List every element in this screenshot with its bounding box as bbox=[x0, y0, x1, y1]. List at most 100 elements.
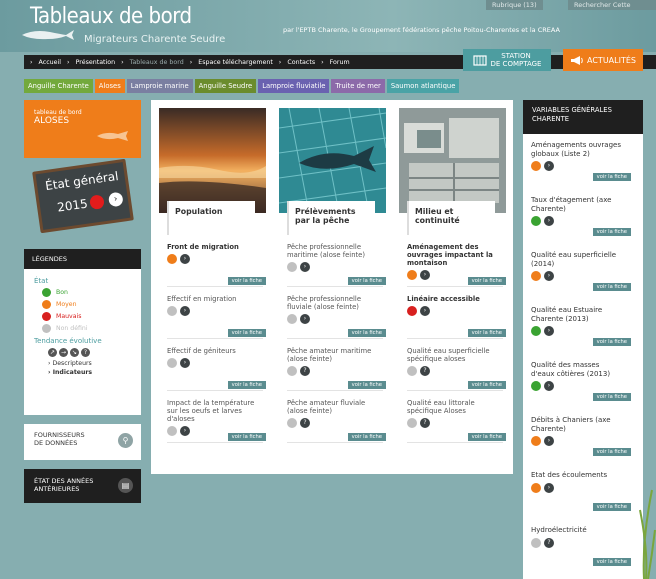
annees-label-1: ÉTAT DES ANNÉES bbox=[34, 477, 94, 485]
voir-la-fiche-button[interactable]: voir la fiche bbox=[467, 277, 506, 285]
nav-item-presentation[interactable]: Présentation bbox=[76, 59, 116, 66]
site-title[interactable]: Tableaux de bord bbox=[30, 4, 192, 29]
trend-icon: ? bbox=[544, 537, 554, 548]
indicator-name[interactable]: Linéaire accessible bbox=[407, 295, 503, 303]
fournisseurs-box[interactable]: FOURNISSEURS DE DONNÉES ⚲ bbox=[24, 424, 141, 460]
legend-descripteurs[interactable]: › Descripteurs bbox=[48, 360, 131, 367]
legend-state-label: Non défini bbox=[56, 325, 88, 332]
indicator-name[interactable]: Front de migration bbox=[167, 243, 263, 251]
species-tab[interactable]: Aloses bbox=[94, 79, 125, 93]
indicator-name[interactable]: Aménagement des ouvrages impactant la mo… bbox=[407, 243, 503, 267]
voir-la-fiche-button[interactable]: voir la fiche bbox=[227, 277, 266, 285]
nav-item-accueil[interactable]: Accueil bbox=[39, 59, 62, 66]
nav-item-contacts[interactable]: Contacts bbox=[287, 59, 315, 66]
indicator-status-row: › bbox=[167, 358, 266, 368]
indicator-status-row: ? bbox=[531, 537, 635, 548]
indicator-name[interactable]: Effectif en migration bbox=[167, 295, 263, 303]
variables-heading-1: VARIABLES GÉNÉRALES bbox=[532, 106, 612, 114]
column-prelevements: Prélèvements par la pêche Pêche professi… bbox=[278, 107, 387, 443]
species-tab[interactable]: Truite de mer bbox=[331, 79, 385, 93]
voir-la-fiche-button[interactable]: voir la fiche bbox=[592, 338, 631, 346]
top-tab-search[interactable]: Rechercher Cette bbox=[568, 0, 656, 10]
indicator-status-row: › bbox=[531, 482, 635, 493]
actualites-button[interactable]: ACTUALITÉS bbox=[563, 49, 643, 71]
indicator-name[interactable]: Pêche professionnelle maritime (alose fe… bbox=[287, 243, 383, 259]
fish-logo-icon bbox=[22, 30, 74, 40]
species-tab[interactable]: Anguille Seudre bbox=[194, 79, 257, 93]
indicator-item: Taux d'étagement (axe Charente) › voir la … bbox=[531, 189, 635, 244]
nav-sep: › bbox=[321, 58, 324, 66]
trend-icon: › bbox=[544, 381, 554, 391]
voir-la-fiche-button[interactable]: voir la fiche bbox=[467, 433, 506, 441]
indicator-name[interactable]: Qualité eau superficielle (2014) bbox=[531, 251, 623, 268]
voir-la-fiche-button[interactable]: voir la fiche bbox=[592, 173, 631, 181]
indicator-name[interactable]: Pêche amateur fluviale (alose feinte) bbox=[287, 399, 383, 415]
etat-general-board[interactable]: État général 2015 › bbox=[32, 158, 134, 234]
annees-anterieures-box[interactable]: ÉTAT DES ANNÉES ANTÉRIEURES ▤ bbox=[24, 469, 141, 503]
species-tab[interactable]: Lamproie fluviatile bbox=[258, 79, 330, 93]
voir-la-fiche-button[interactable]: voir la fiche bbox=[592, 393, 631, 401]
trend-icon: › bbox=[544, 482, 554, 493]
voir-la-fiche-button[interactable]: voir la fiche bbox=[227, 329, 266, 337]
voir-la-fiche-button[interactable]: voir la fiche bbox=[592, 558, 631, 566]
trend-icon: ? bbox=[300, 366, 310, 376]
indicator-name[interactable]: Pêche professionnelle fluviale (alose fe… bbox=[287, 295, 383, 311]
indicator-name[interactable]: Qualité eau littorale spécifique Aloses bbox=[407, 399, 503, 415]
arrow-right-icon[interactable]: › bbox=[107, 191, 124, 208]
status-dot bbox=[287, 366, 297, 376]
book-icon[interactable]: ▤ bbox=[118, 478, 133, 493]
indicator-name[interactable]: Qualité des masses d'eaux côtières (2013… bbox=[531, 361, 623, 378]
legend-state-row: Moyen bbox=[42, 300, 131, 309]
indicator-name[interactable]: Aménagements ouvrages globaux (Liste 2) bbox=[531, 141, 623, 158]
column-population: Population Front de migration › voir la fi… bbox=[159, 108, 266, 443]
voir-la-fiche-button[interactable]: voir la fiche bbox=[347, 433, 386, 441]
voir-la-fiche-button[interactable]: voir la fiche bbox=[592, 503, 631, 511]
species-tab[interactable]: Lamproie marine bbox=[126, 79, 193, 93]
voir-la-fiche-button[interactable]: voir la fiche bbox=[592, 283, 631, 291]
indicator-name[interactable]: Qualité eau Estuaire Charente (2013) bbox=[531, 306, 623, 323]
indicator-name[interactable]: Débits à Chaniers (axe Charente) bbox=[531, 416, 623, 433]
voir-la-fiche-button[interactable]: voir la fiche bbox=[347, 381, 386, 389]
species-tab[interactable]: Anguille Charente bbox=[24, 79, 93, 93]
indicator-name[interactable]: Effectif de géniteurs bbox=[167, 347, 263, 355]
dashboard-card-small: tableau de bord bbox=[34, 109, 82, 116]
indicator-status-row: ? bbox=[287, 418, 386, 428]
indicator-status-row: › bbox=[531, 436, 635, 446]
species-tab[interactable]: Saumon atlantique bbox=[386, 79, 460, 93]
legend-etat-label: État bbox=[34, 277, 49, 285]
nav-item-tableaux[interactable]: Tableaux de bord bbox=[130, 59, 184, 66]
indicator-name[interactable]: Etat des écoulements bbox=[531, 471, 623, 480]
voir-la-fiche-button[interactable]: voir la fiche bbox=[592, 448, 631, 456]
top-tab-rubrique[interactable]: Rubrique (13) bbox=[486, 0, 543, 10]
voir-la-fiche-button[interactable]: voir la fiche bbox=[347, 329, 386, 337]
search-icon[interactable]: ⚲ bbox=[118, 433, 133, 448]
breadcrumb-nav: › Accueil › Présentation › Tableaux de b… bbox=[24, 55, 656, 69]
indicator-name[interactable]: Impact de la température sur les oeufs e… bbox=[167, 399, 263, 423]
dashboard-card: tableau de bord ALOSES bbox=[24, 100, 141, 158]
indicator-name[interactable]: Pêche amateur maritime (alose feinte) bbox=[287, 347, 383, 363]
voir-la-fiche-button[interactable]: voir la fiche bbox=[227, 381, 266, 389]
indicator-name[interactable]: Hydroélectricité bbox=[531, 526, 623, 535]
voir-la-fiche-button[interactable]: voir la fiche bbox=[592, 228, 631, 236]
fish-icon bbox=[97, 131, 128, 141]
indicator-name[interactable]: Taux d'étagement (axe Charente) bbox=[531, 196, 623, 213]
voir-la-fiche-button[interactable]: voir la fiche bbox=[227, 433, 266, 441]
station-comptage-button[interactable]: STATION DE COMPTAGE bbox=[463, 49, 551, 71]
nav-item-telechargement[interactable]: Espace téléchargement bbox=[198, 59, 273, 66]
voir-la-fiche-button[interactable]: voir la fiche bbox=[467, 329, 506, 337]
indicator-status-row: › bbox=[167, 254, 266, 264]
indicator-item: Etat des écoulements › voir la fiche bbox=[531, 464, 635, 519]
status-dot bbox=[531, 381, 541, 391]
voir-la-fiche-button[interactable]: voir la fiche bbox=[467, 381, 506, 389]
nav-item-forum[interactable]: Forum bbox=[330, 59, 350, 66]
status-dot bbox=[531, 271, 541, 281]
legend-indicateurs[interactable]: › Indicateurs bbox=[48, 369, 131, 376]
trend-icon: › bbox=[420, 306, 430, 316]
divider bbox=[407, 442, 503, 443]
site-subtitle: Migrateurs Charente Seudre bbox=[84, 34, 226, 45]
indicator-status-row: › bbox=[531, 161, 635, 171]
indicator-name[interactable]: Qualité eau superficielle spécifique alo… bbox=[407, 347, 503, 363]
dashboard-card-title: ALOSES bbox=[34, 116, 70, 126]
status-dot bbox=[531, 482, 541, 493]
voir-la-fiche-button[interactable]: voir la fiche bbox=[347, 277, 386, 285]
